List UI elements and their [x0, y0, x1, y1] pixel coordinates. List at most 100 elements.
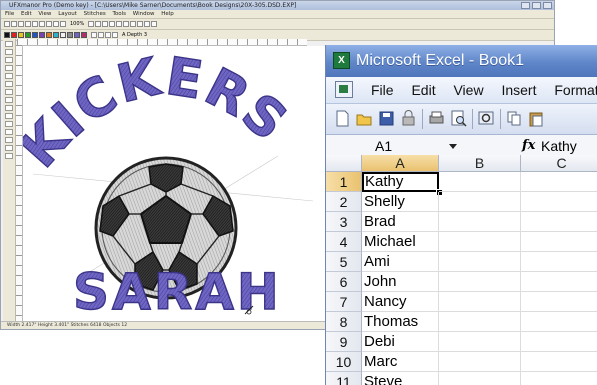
cell-b11[interactable]	[439, 372, 521, 385]
select-tool-icon[interactable]	[5, 41, 13, 47]
cell-a1[interactable]: Kathy	[362, 172, 439, 192]
line-tool-icon[interactable]	[5, 73, 13, 79]
cell-a4[interactable]: Michael	[362, 232, 439, 252]
color-swatch-10[interactable]	[67, 32, 73, 38]
fill-tool-icon[interactable]	[5, 81, 13, 87]
color-swatch-6[interactable]	[39, 32, 45, 38]
select-all-corner[interactable]	[326, 155, 362, 172]
rectangle-tool-icon[interactable]	[5, 113, 13, 119]
new-icon[interactable]	[4, 21, 10, 27]
cell-b10[interactable]	[439, 352, 521, 372]
cell-b1[interactable]	[439, 172, 521, 192]
letter-tool-icon[interactable]	[5, 97, 13, 103]
open-icon[interactable]	[11, 21, 17, 27]
insert-function-icon[interactable]: fx	[522, 136, 535, 156]
rotate-icon[interactable]	[116, 21, 123, 27]
cell-b3[interactable]	[439, 212, 521, 232]
help-icon[interactable]	[151, 21, 158, 27]
color-swatch-11[interactable]	[74, 32, 80, 38]
row-header-1[interactable]: 1	[326, 172, 362, 192]
row-header-8[interactable]: 8	[326, 312, 362, 332]
workbook-icon[interactable]	[335, 81, 353, 98]
zoom-out-icon[interactable]	[95, 21, 102, 27]
text-tool-icon[interactable]	[91, 32, 97, 38]
cell-c3[interactable]	[521, 212, 597, 232]
mirror-icon[interactable]	[123, 21, 130, 27]
color-swatch-2[interactable]	[11, 32, 17, 38]
menu-stitches[interactable]: Stitches	[84, 11, 106, 17]
name-box-dropdown-icon[interactable]	[449, 144, 457, 149]
row-header-7[interactable]: 7	[326, 292, 362, 312]
cell-a6[interactable]: John	[362, 272, 439, 292]
cell-a8[interactable]: Thomas	[362, 312, 439, 332]
cell-b5[interactable]	[439, 252, 521, 272]
research-icon[interactable]	[478, 110, 495, 127]
name-box[interactable]: A1	[352, 137, 458, 154]
cell-b4[interactable]	[439, 232, 521, 252]
row-header-5[interactable]: 5	[326, 252, 362, 272]
menu-help[interactable]: Help	[161, 11, 174, 17]
cell-a5[interactable]: Ami	[362, 252, 439, 272]
row-header-11[interactable]: 11	[326, 372, 362, 385]
color-tool-icon[interactable]	[5, 137, 13, 143]
circle-tool-icon[interactable]	[5, 105, 13, 111]
color-swatch-4[interactable]	[25, 32, 31, 38]
zoom-in-icon[interactable]	[88, 21, 95, 27]
menu-tools[interactable]: Tools	[112, 11, 126, 17]
paste-icon[interactable]	[46, 21, 52, 27]
column-header-b[interactable]: B	[439, 155, 521, 172]
menu-file[interactable]: File	[5, 11, 14, 17]
row-header-10[interactable]: 10	[326, 352, 362, 372]
cell-c6[interactable]	[521, 272, 597, 292]
save-icon[interactable]	[18, 21, 24, 27]
trim-tool-icon[interactable]	[5, 145, 13, 151]
column-header-a[interactable]: A	[362, 155, 439, 172]
cell-b8[interactable]	[439, 312, 521, 332]
close-button[interactable]	[543, 2, 552, 9]
cell-b9[interactable]	[439, 332, 521, 352]
cell-b2[interactable]	[439, 192, 521, 212]
stop-icon[interactable]	[144, 21, 151, 27]
excel-menu-insert[interactable]: Insert	[501, 82, 536, 98]
satin-tool-icon[interactable]	[5, 89, 13, 95]
zoom-level[interactable]: 100%	[70, 21, 84, 27]
cell-c9[interactable]	[521, 332, 597, 352]
play-icon[interactable]	[137, 21, 144, 27]
cell-c2[interactable]	[521, 192, 597, 212]
cell-c5[interactable]	[521, 252, 597, 272]
color-swatch-1[interactable]	[4, 32, 10, 38]
minimize-button[interactable]	[521, 2, 530, 9]
maximize-button[interactable]	[532, 2, 541, 9]
color-swatch-5[interactable]	[32, 32, 38, 38]
excel-menu-format[interactable]: Format	[554, 82, 597, 98]
cell-a2[interactable]: Shelly	[362, 192, 439, 212]
cell-a9[interactable]: Debi	[362, 332, 439, 352]
font-icon[interactable]	[98, 32, 104, 38]
menu-window[interactable]: Window	[133, 11, 155, 17]
italic-icon[interactable]	[112, 32, 118, 38]
excel-menu-view[interactable]: View	[453, 82, 483, 98]
grid-icon[interactable]	[102, 21, 109, 27]
menu-edit[interactable]: Edit	[21, 11, 32, 17]
redo-icon[interactable]	[60, 21, 66, 27]
open-folder-icon[interactable]	[356, 110, 373, 127]
node-tool-icon[interactable]	[5, 49, 13, 55]
cell-c8[interactable]	[521, 312, 597, 332]
color-swatch-12[interactable]	[81, 32, 87, 38]
row-header-6[interactable]: 6	[326, 272, 362, 292]
depth-setting[interactable]: A Depth 3	[122, 32, 147, 38]
cell-c11[interactable]	[521, 372, 597, 385]
cell-a7[interactable]: Nancy	[362, 292, 439, 312]
color-swatch-8[interactable]	[53, 32, 59, 38]
permission-icon[interactable]	[400, 110, 417, 127]
cell-c4[interactable]	[521, 232, 597, 252]
cell-a10[interactable]: Marc	[362, 352, 439, 372]
cell-a3[interactable]: Brad	[362, 212, 439, 232]
measure-tool-icon[interactable]	[5, 129, 13, 135]
color-swatch-7[interactable]	[46, 32, 52, 38]
row-header-9[interactable]: 9	[326, 332, 362, 352]
hoop-icon[interactable]	[109, 21, 116, 27]
cut-icon[interactable]	[32, 21, 38, 27]
cell-c1[interactable]	[521, 172, 597, 192]
knife-tool-icon[interactable]	[5, 121, 13, 127]
